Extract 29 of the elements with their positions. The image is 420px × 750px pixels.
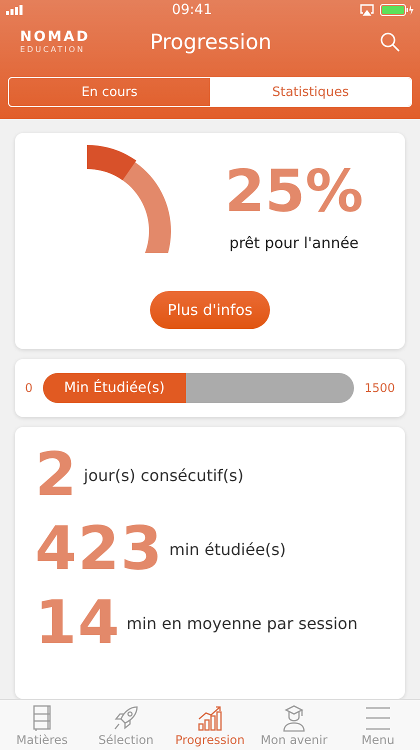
bar-max-label: 1500 [364,381,395,395]
tab-bar-item[interactable]: Mon avenir [252,700,336,750]
airplay-icon [360,4,374,16]
signal-icon [6,5,24,15]
stat-value: 2 [35,439,78,511]
stat-value: 14 [35,587,120,659]
search-icon[interactable] [380,32,400,52]
tab-bar-item[interactable]: Matières [0,700,84,750]
screen-title: Progression [149,30,273,54]
battery-icon [380,4,414,16]
logo-wordmark: NOMAD [20,30,92,45]
stat-value: 423 [35,513,164,585]
more-info-button[interactable]: Plus d'infos [150,291,270,329]
segment-tab[interactable]: Statistiques [210,78,411,106]
status-time: 09:41 [172,2,212,18]
stat-label: jour(s) consécutif(s) [84,466,244,484]
tab-bar-item[interactable]: Menu [336,700,420,750]
chart-icon [196,704,224,732]
tab-bar-item[interactable]: Sélection [84,700,168,750]
bar-min-label: 0 [25,381,33,395]
logo-subtitle: EDUCATION [20,45,86,54]
percent-value: 25% [224,162,364,220]
progress-label: Min Étudiée(s) [64,380,165,396]
stat-label: min étudiée(s) [169,540,286,558]
rocket-icon [112,704,140,732]
tab-bar-item[interactable]: Progression [168,700,252,750]
segment-tab[interactable]: En cours [9,78,210,106]
readiness-caption: prêt pour l'année [229,234,359,252]
stat-label: min en moyenne par session [126,614,358,632]
